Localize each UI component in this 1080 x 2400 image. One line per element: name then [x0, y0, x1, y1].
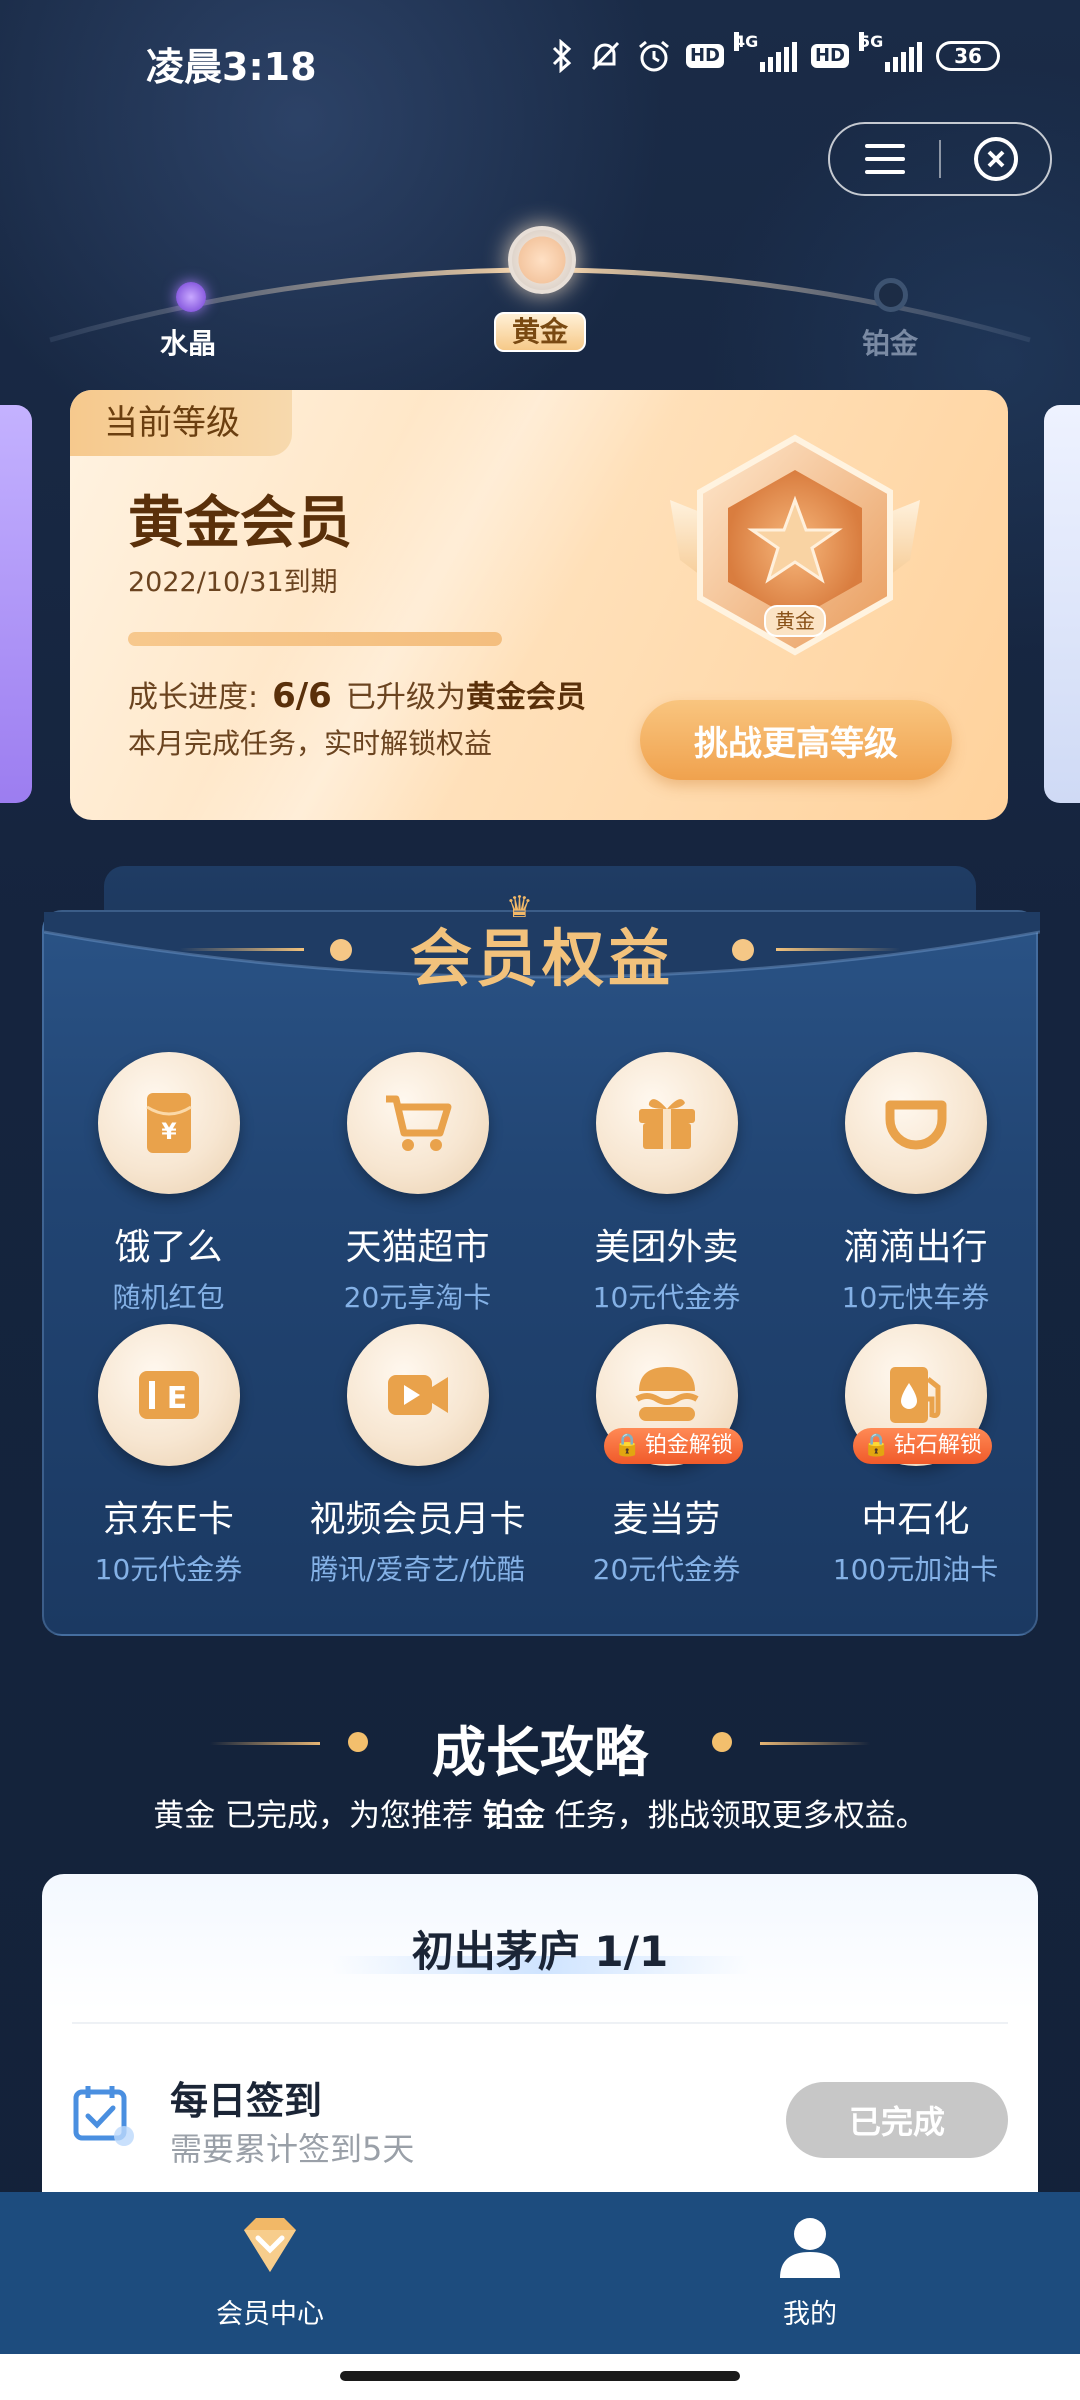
lock-icon: 🔒: [613, 1433, 641, 1458]
video-camera-icon: [387, 1375, 448, 1415]
benefit-item-didi[interactable]: 滴滴出行 10元快车券: [791, 1052, 1040, 1324]
membership-expiry: 2022/10/31到期: [128, 567, 338, 598]
benefit-name: 滴滴出行: [843, 1227, 988, 1268]
benefit-sub: 随机红包: [112, 1281, 225, 1314]
gesture-area: [0, 2354, 1080, 2400]
benefit-item-eleme[interactable]: ¥ 饿了么 随机红包: [44, 1052, 293, 1324]
svg-text:¥: ¥: [161, 1120, 177, 1145]
growth-progress-text: 成长进度: 6/6 已升级为黄金会员: [128, 676, 586, 716]
benefit-item-sinopec[interactable]: 🔒 钻石解锁 中石化 100元加油卡: [791, 1324, 1040, 1596]
growth-strategy-title: 成长攻略: [432, 1721, 648, 1784]
mute-bell-icon: [588, 39, 622, 73]
level-crystal-dot[interactable]: [176, 282, 206, 312]
signal-5g-icon: 5G: [859, 32, 922, 72]
benefit-name: 中石化: [861, 1499, 970, 1540]
diamond-unlock-badge: 🔒 钻石解锁: [852, 1428, 992, 1464]
didi-icon: [885, 1100, 946, 1150]
current-level-tag: 当前等级: [70, 390, 292, 456]
benefit-sub: 20元代金券: [592, 1553, 741, 1586]
status-bar: 凌晨3:18 HD 4G HD 5G 36: [0, 0, 1080, 120]
task-stage-title: 初出茅庐 1/1: [411, 1927, 669, 1976]
benefits-grid: ¥ 饿了么 随机红包 天猫超市 20元享淘卡 美团外卖 10元代金券 滴滴出行 …: [44, 1052, 1040, 1596]
level-gold-dot[interactable]: [508, 226, 576, 294]
task-completed-button[interactable]: 已完成: [786, 2082, 1008, 2158]
more-menu-button[interactable]: [830, 124, 939, 194]
benefit-sub: 腾讯/爱奇艺/优酷: [310, 1553, 525, 1586]
burger-icon: [634, 1367, 699, 1421]
svg-text:E: E: [166, 1381, 187, 1416]
bottom-nav: 会员中心 我的: [0, 2192, 1080, 2354]
e-card-icon: E: [138, 1371, 199, 1419]
benefit-sub: 10元代金券: [592, 1281, 741, 1314]
benefit-name: 视频会员月卡: [309, 1499, 526, 1540]
gold-level-badge-icon: 黄金: [670, 434, 920, 656]
upgraded-level: 黄金会员: [465, 680, 586, 715]
level-platinum-label[interactable]: 铂金: [862, 322, 918, 362]
status-icons: HD 4G HD 5G 36: [550, 32, 1000, 74]
benefit-sub: 10元代金券: [94, 1553, 243, 1586]
benefits-title: 会员权益: [409, 922, 674, 995]
benefit-name: 天猫超市: [345, 1227, 490, 1268]
benefit-name: 京东E卡: [103, 1499, 234, 1540]
benefit-sub: 100元加油卡: [832, 1553, 999, 1586]
platinum-unlock-badge: 🔒 铂金解锁: [603, 1428, 743, 1464]
bluetooth-icon: [550, 39, 574, 73]
benefit-item-tmall[interactable]: 天猫超市 20元享淘卡: [293, 1052, 542, 1324]
lock-icon: 🔒: [862, 1433, 890, 1458]
benefit-item-meituan[interactable]: 美团外卖 10元代金券: [542, 1052, 791, 1324]
hd-icon: HD: [685, 44, 724, 68]
growth-progress-bar: [128, 632, 502, 646]
growth-progress-value: 6/6: [272, 676, 332, 716]
alarm-icon: [636, 38, 672, 74]
signal-4g-icon: 4G: [733, 32, 797, 72]
benefit-name: 美团外卖: [594, 1227, 739, 1268]
hd-icon-2: HD: [810, 44, 849, 68]
shopping-cart-icon: [385, 1095, 451, 1151]
miniapp-capsule: [828, 122, 1052, 196]
current-level-card: 当前等级 黄金会员 2022/10/31到期 成长进度: 6/6 已升级为黄金会员 …: [70, 390, 1008, 820]
nav-mine[interactable]: 我的: [540, 2192, 1080, 2354]
menu-icon: [864, 144, 905, 174]
next-level-card-peek[interactable]: [1044, 405, 1080, 803]
challenge-higher-level-button[interactable]: 挑战更高等级: [640, 700, 952, 780]
prev-level-card-peek[interactable]: [0, 405, 32, 803]
level-tip: 本月完成任务，实时解锁权益: [128, 727, 493, 760]
member-level-title: 黄金会员: [128, 491, 352, 556]
benefit-sub: 10元快车券: [841, 1281, 990, 1314]
close-circle-icon: [973, 137, 1018, 181]
growth-strategy-subtitle: 黄金 已完成，为您推荐 铂金 任务，挑战领取更多权益。: [153, 1798, 927, 1834]
benefit-item-mcdonalds[interactable]: 🔒 铂金解锁 麦当劳 20元代金券: [542, 1324, 791, 1596]
level-track: 水晶 黄金 铂金: [0, 220, 1080, 370]
close-miniapp-button[interactable]: [941, 124, 1050, 194]
diamond-icon: [244, 2218, 296, 2272]
user-icon: [780, 2218, 840, 2278]
benefit-name: 麦当劳: [612, 1499, 721, 1540]
red-envelope-icon: ¥: [145, 1093, 192, 1153]
benefit-item-video-vip[interactable]: 视频会员月卡 腾讯/爱奇艺/优酷: [293, 1324, 542, 1596]
nav-label: 会员中心: [216, 2299, 324, 2330]
benefit-sub: 20元享淘卡: [343, 1281, 492, 1314]
level-gold-label[interactable]: 黄金: [494, 312, 586, 352]
nav-member-center[interactable]: 会员中心: [0, 2192, 540, 2354]
calendar-check-icon: [73, 2086, 134, 2146]
gift-icon: [638, 1099, 695, 1149]
badge-label: 黄金: [775, 609, 815, 633]
fuel-pump-icon: [889, 1367, 940, 1423]
member-benefits-panel: ♛ 会员权益 ¥ 饿了么 随机红包 天猫超市 20元享淘卡 美团外卖 10元代金…: [42, 866, 1040, 1636]
task-description: 需要累计签到5天: [170, 2130, 415, 2168]
home-indicator[interactable]: [340, 2371, 740, 2381]
level-crystal-label[interactable]: 水晶: [160, 322, 216, 362]
task-card: 初出茅庐 1/1 每日签到 需要累计签到5天 已完成: [42, 1874, 1038, 2214]
benefit-item-jd-ecard[interactable]: E 京东E卡 10元代金券: [44, 1324, 293, 1596]
level-platinum-dot[interactable]: [874, 278, 908, 312]
battery-icon: 36: [936, 41, 1000, 71]
status-time: 凌晨3:18: [146, 45, 317, 89]
nav-label: 我的: [783, 2299, 837, 2330]
task-name: 每日签到: [170, 2079, 323, 2123]
benefit-name: 饿了么: [114, 1227, 223, 1268]
